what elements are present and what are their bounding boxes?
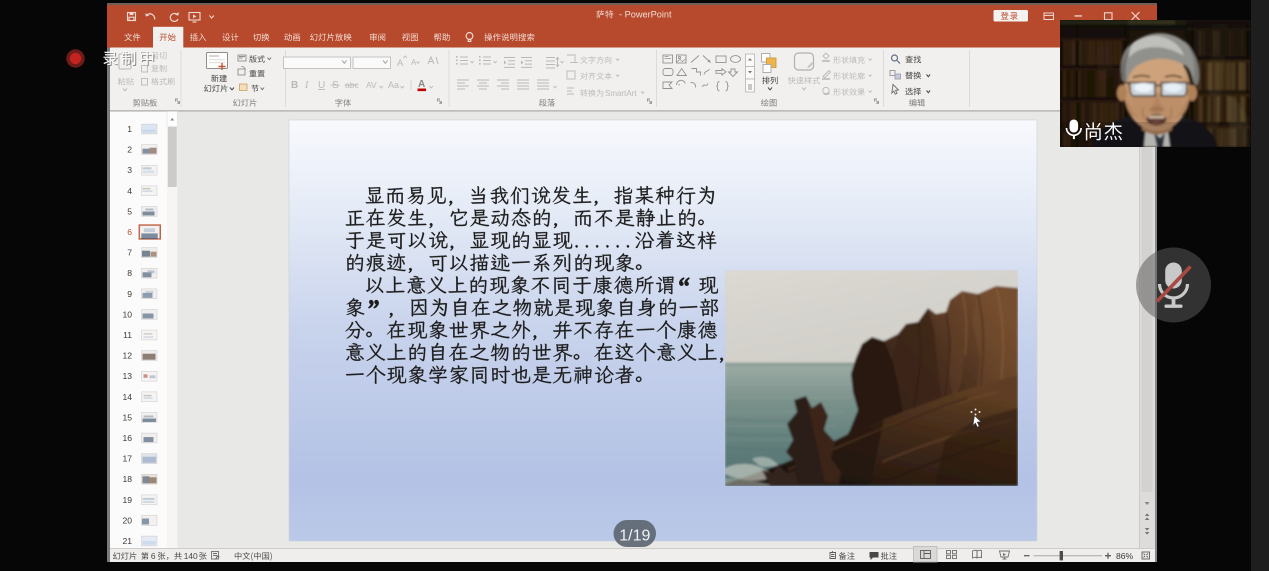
svg-text:10: 10 [122,309,132,319]
svg-text:- PowerPoint: - PowerPoint [619,10,672,20]
svg-text:18: 18 [122,474,132,484]
svg-text:11: 11 [123,330,132,340]
svg-text:4: 4 [127,186,132,196]
svg-text:I: I [304,80,309,91]
svg-text:Aa: Aa [388,80,399,90]
svg-text:A: A [397,58,404,69]
svg-text:16: 16 [122,433,132,443]
svg-text:14: 14 [122,392,132,402]
svg-text:7: 7 [127,248,132,258]
svg-text:SmartArt: SmartArt [605,89,637,98]
svg-text:19: 19 [122,495,132,505]
svg-text:1: 1 [127,124,132,134]
svg-text:6: 6 [151,551,156,561]
svg-text:140: 140 [184,551,198,561]
svg-text:6: 6 [127,227,132,237]
svg-text:13: 13 [122,371,132,381]
svg-text:86%: 86% [1116,551,1134,561]
svg-text:12: 12 [122,351,132,361]
svg-text:2: 2 [127,145,132,155]
svg-text:21: 21 [122,536,132,546]
svg-text:1/19: 1/19 [619,528,650,545]
svg-text:9: 9 [127,289,132,299]
svg-text:B: B [291,80,298,91]
svg-text:5: 5 [127,206,132,216]
svg-text:A: A [418,79,425,90]
svg-text:3: 3 [127,165,132,175]
svg-text:AV: AV [366,80,377,90]
svg-text:20: 20 [122,515,132,525]
svg-text:8: 8 [127,268,132,278]
svg-text:S: S [332,80,339,91]
svg-text:A: A [411,58,417,67]
svg-text:15: 15 [122,412,132,422]
svg-text:17: 17 [122,454,132,464]
